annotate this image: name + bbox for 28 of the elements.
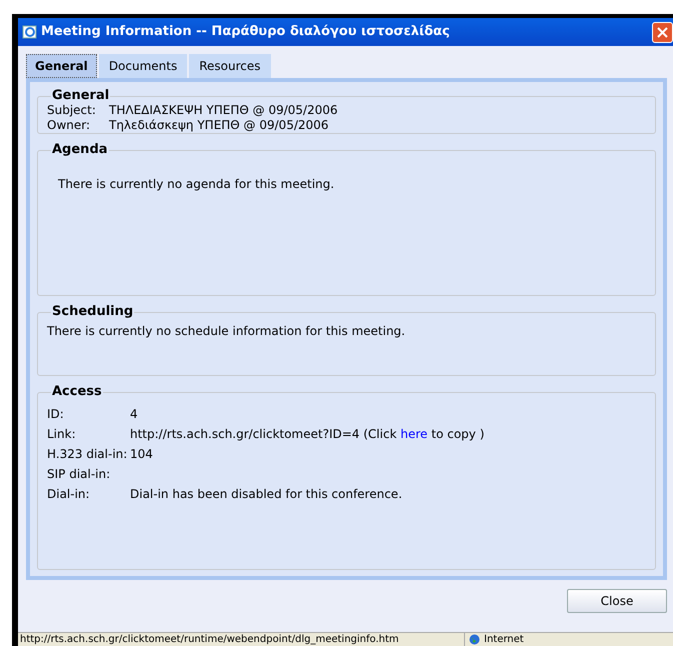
field-label: Dial-in: — [47, 486, 91, 500]
close-button[interactable]: Close — [567, 589, 667, 613]
field-value: Τηλεδιάσκεψη ΥΠΕΠΘ @ 09/05/2006 — [109, 118, 329, 133]
globe-icon — [469, 634, 480, 645]
browser-icon — [22, 24, 38, 40]
close-icon[interactable] — [652, 22, 673, 42]
tab[interactable]: Documents — [98, 54, 188, 78]
field-label: ID: — [47, 406, 65, 420]
tab[interactable]: General — [26, 54, 97, 78]
copy-link[interactable]: here — [400, 427, 428, 441]
field-value: ΤΗΛΕΔΙΑΣΚΕΨΗ ΥΠΕΠΘ @ 09/05/2006 — [109, 103, 338, 118]
field-value: 4 — [130, 406, 138, 420]
field-label: Owner: — [47, 118, 92, 133]
status-zone: Internet — [484, 633, 524, 646]
field-value: http://rts.ach.sch.gr/clicktomeet?ID=4 (Click here to copy ) — [130, 426, 484, 440]
status-url: http://rts.ach.sch.gr/clicktomeet/runtime/webendpoint/dlg_meetinginfo.htm — [18, 633, 465, 646]
section-title: Agenda — [51, 142, 109, 158]
field-label: H.323 dial-in: — [47, 446, 128, 460]
section-title: Scheduling — [51, 304, 134, 320]
field-label: Link: — [47, 426, 77, 440]
field-value: Dial-in has been disabled for this conference. — [130, 486, 402, 500]
schedule-text: There is currently no schedule information for this meeting. — [47, 324, 406, 338]
field-label: SIP dial-in: — [47, 466, 112, 480]
agenda-text: There is currently no agenda for this meeting. — [58, 177, 334, 191]
field-label: Subject: — [47, 103, 97, 118]
field-value: 104 — [130, 446, 153, 460]
tab[interactable]: Resources — [189, 54, 271, 78]
window-title: Meeting Information -- Παράθυρο διαλόγου ιστοσελίδας — [41, 23, 451, 42]
